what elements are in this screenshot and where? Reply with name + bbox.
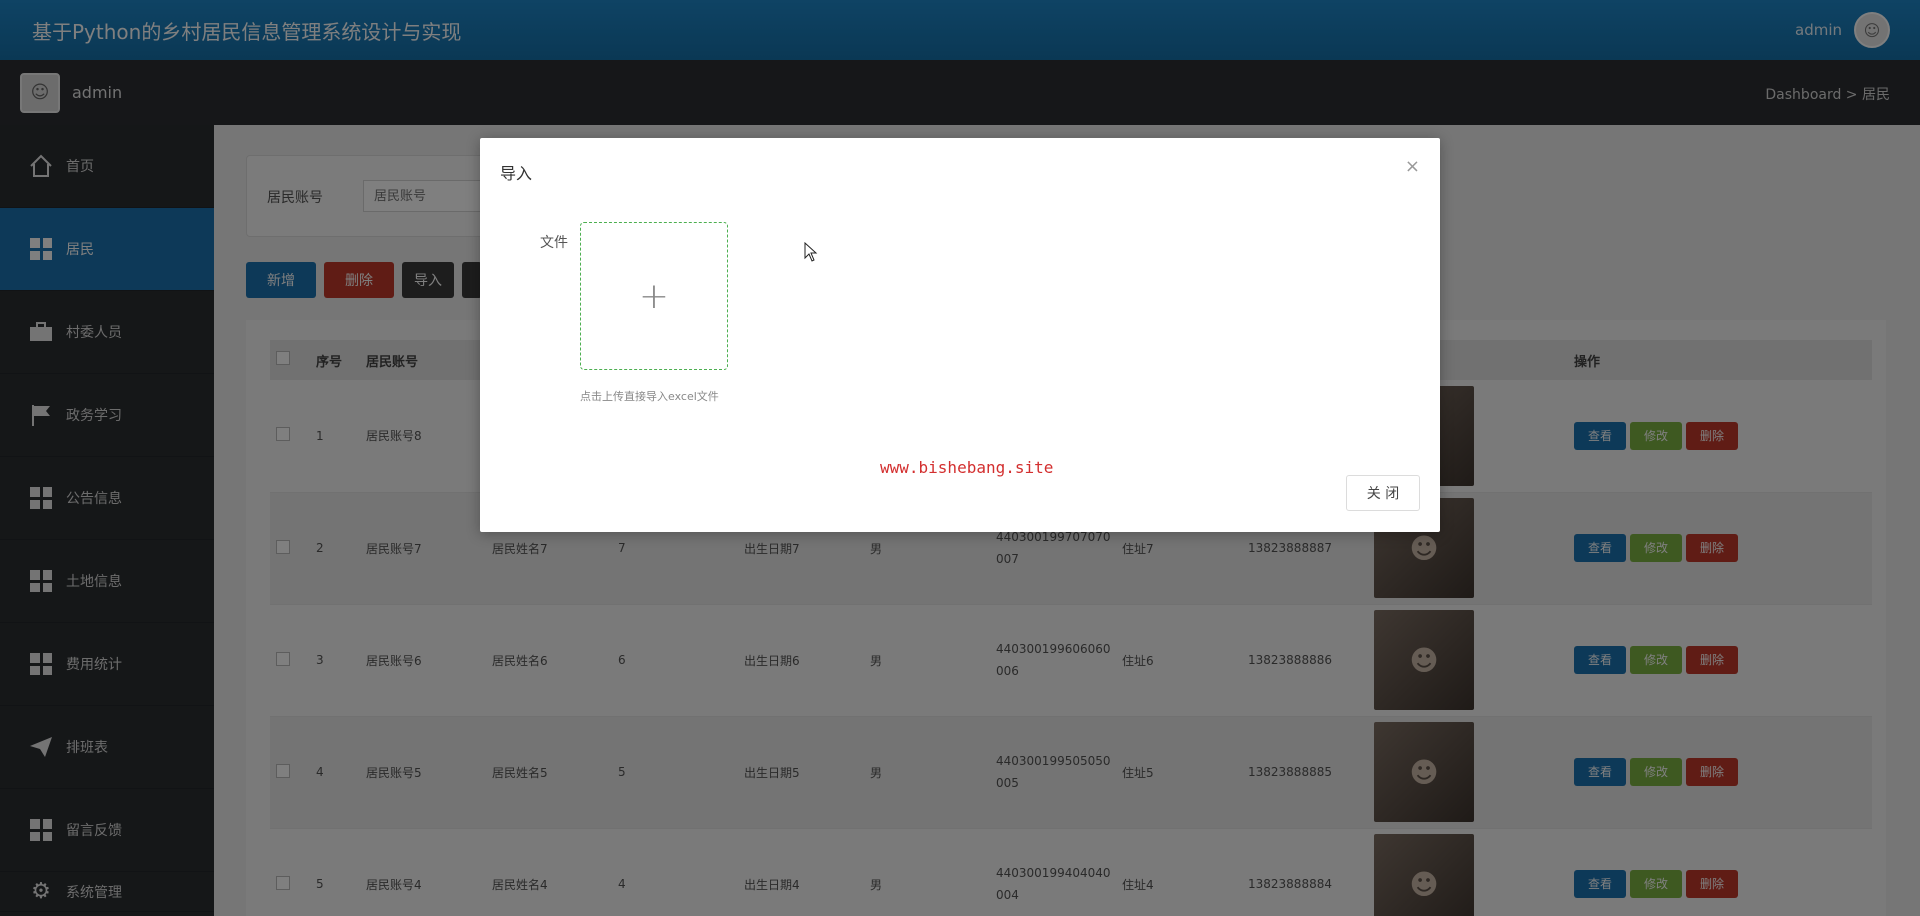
close-button[interactable]: 关 闭 — [1346, 475, 1420, 511]
upload-tip: 点击上传直接导入excel文件 — [580, 390, 719, 403]
file-upload-area[interactable]: + — [580, 222, 728, 370]
mouse-cursor-icon — [804, 242, 818, 262]
dialog-title: 导入 — [500, 164, 533, 183]
file-label: 文件 — [540, 235, 568, 251]
watermark-text: www.bishebang.site — [880, 458, 1054, 477]
plus-icon: + — [638, 275, 670, 317]
import-dialog: 导入 × 文件 + 点击上传直接导入excel文件 www.bishebang.… — [480, 138, 1440, 532]
close-icon[interactable]: × — [1405, 156, 1420, 177]
